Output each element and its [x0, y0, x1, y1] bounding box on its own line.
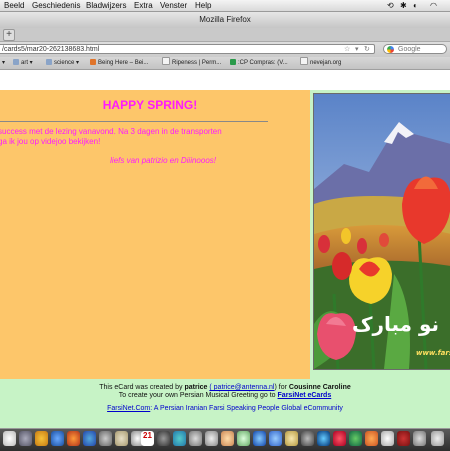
bookmark-label: art — [21, 60, 29, 66]
photo-icon[interactable] — [157, 431, 170, 446]
image-watermark: www.fars — [416, 349, 450, 357]
creator-prefix: This eCard was created by — [99, 384, 183, 391]
card-message: success met de lezing vanavond. Na 3 dag… — [0, 127, 222, 146]
menu-venster[interactable]: Venster — [160, 0, 187, 11]
bookmark-label: Being Here – Bei... — [98, 60, 149, 66]
menu-help[interactable]: Help — [195, 0, 211, 11]
recipient-name: Cousinne Caroline — [288, 384, 351, 391]
page-footer: This eCard was created by patrice ( patr… — [0, 379, 450, 428]
page-icon — [162, 57, 170, 65]
mail-icon[interactable] — [83, 431, 96, 446]
card-signature: liefs van patrizio en Diiinooos! — [110, 156, 216, 165]
calendar-icon[interactable]: 21 — [141, 431, 154, 446]
bookmark-ripeness[interactable]: Ripeness | Perm... — [162, 57, 221, 69]
acrobat-icon[interactable] — [333, 431, 346, 446]
safari-icon[interactable] — [51, 431, 64, 446]
itunes-icon[interactable] — [35, 431, 48, 446]
google-icon — [387, 46, 394, 53]
divider — [0, 121, 268, 122]
bookmark-art[interactable]: art ▾ — [13, 57, 33, 69]
menu-bladwijzers[interactable]: Bladwijzers — [86, 0, 126, 11]
ecard-area: HAPPY SPRING! success met de lezing vana… — [0, 90, 450, 428]
sender-email-link[interactable]: ( patrice@antenna.nl — [209, 384, 274, 391]
create-own-text: To create your own Persian Musical Greet… — [118, 392, 276, 399]
menu-beeld[interactable]: Beeld — [4, 0, 24, 11]
dashboard-icon[interactable] — [19, 431, 32, 446]
trash-icon[interactable] — [431, 431, 444, 446]
menu-geschiedenis[interactable]: Geschiedenis — [32, 0, 80, 11]
globe-icon[interactable] — [173, 431, 186, 446]
community-text: : A Persian Iranian Farsi Speaking Peopl… — [150, 405, 343, 412]
downloads-icon[interactable] — [413, 431, 426, 446]
document-icon[interactable] — [381, 431, 394, 446]
app-store-icon[interactable] — [269, 431, 282, 446]
utility-icon[interactable] — [301, 431, 314, 446]
menu-extra[interactable]: Extra — [134, 0, 153, 11]
pdf-icon[interactable] — [397, 431, 410, 446]
terminal-icon[interactable] — [237, 431, 250, 446]
app-icon[interactable] — [189, 431, 202, 446]
bookmarks-toolbar: ▾ art ▾ science ▾ Being Here – Bei... Ri… — [0, 57, 450, 70]
window-title: Mozilla Firefox — [199, 15, 251, 24]
search-placeholder: Google — [398, 46, 421, 53]
bluetooth-icon[interactable]: ✱ — [400, 0, 407, 11]
new-tab-button[interactable]: + — [3, 29, 15, 41]
creator-mid: ) for — [274, 384, 287, 391]
finder-icon[interactable] — [3, 431, 16, 446]
url-text: /cards5/mar20-262138683.html — [2, 46, 100, 53]
skype-icon[interactable] — [253, 431, 266, 446]
bookmark-label: nevejan.org — [310, 60, 342, 66]
farsinet-ecards-link[interactable]: FarsiNet eCards — [278, 392, 332, 399]
word-icon[interactable] — [317, 431, 330, 446]
bookmark-label: Ripeness | Perm... — [172, 60, 222, 66]
menu-bar: Beeld Geschiedenis Bladwijzers Extra Ven… — [0, 0, 450, 12]
excel-icon[interactable] — [349, 431, 362, 446]
farsinet-link[interactable]: FarsiNet.Com — [107, 405, 150, 412]
bookmark-cp-compras[interactable]: :CP Compras: (V... — [230, 57, 288, 69]
bookmark-star-icon[interactable]: ☆ — [344, 45, 350, 55]
cp-icon — [230, 59, 236, 65]
web-page: HAPPY SPRING! success met de lezing vana… — [0, 70, 450, 428]
bookmark-science[interactable]: science ▾ — [46, 57, 79, 69]
card-headline: HAPPY SPRING! — [102, 98, 198, 112]
powerpoint-icon[interactable] — [365, 431, 378, 446]
image-greeting-text: نو مبارک — [352, 312, 440, 336]
bookmarks-overflow-icon[interactable]: ▾ — [2, 57, 5, 69]
ical-icon[interactable] — [99, 431, 112, 446]
folder-icon — [46, 59, 52, 65]
dock: 21 — [0, 428, 450, 451]
address-book-icon[interactable] — [115, 431, 128, 446]
wifi-icon[interactable]: ◠ — [430, 0, 437, 11]
bookmark-nevejan[interactable]: nevejan.org — [300, 57, 341, 69]
dropdown-icon[interactable]: ▾ — [355, 45, 359, 55]
navigation-toolbar: /cards5/mar20-262138683.html ☆ ▾ ↻ Googl… — [0, 42, 450, 57]
message-panel: HAPPY SPRING! success met de lezing vana… — [0, 90, 310, 428]
bookmark-label: science — [54, 60, 75, 66]
bookmark-label: :CP Compras: (V... — [238, 60, 288, 66]
url-bar[interactable]: /cards5/mar20-262138683.html ☆ ▾ ↻ — [0, 44, 375, 54]
system-preferences-icon[interactable] — [205, 431, 218, 446]
tab-bar: + — [0, 28, 450, 42]
stickies-icon[interactable] — [221, 431, 234, 446]
search-input[interactable]: Google — [383, 44, 447, 54]
community-line: FarsiNet.Com: A Persian Iranian Farsi Sp… — [0, 404, 450, 413]
card-image: نو مبارک www.fars — [313, 93, 450, 370]
firefox-icon[interactable] — [67, 431, 80, 446]
folder-icon — [13, 59, 19, 65]
time-machine-icon[interactable]: ⟲ — [387, 0, 394, 11]
reload-icon[interactable]: ↻ — [364, 45, 370, 55]
page-icon — [300, 57, 308, 65]
notes-icon[interactable] — [285, 431, 298, 446]
window-titlebar: Mozilla Firefox — [0, 12, 450, 28]
site-icon — [90, 59, 96, 65]
create-own-line: To create your own Persian Musical Greet… — [0, 391, 450, 400]
sender-name: patrice — [184, 384, 208, 391]
sync-icon[interactable]: ◐ — [413, 0, 418, 11]
bookmark-being-here[interactable]: Being Here – Bei... — [90, 57, 148, 69]
